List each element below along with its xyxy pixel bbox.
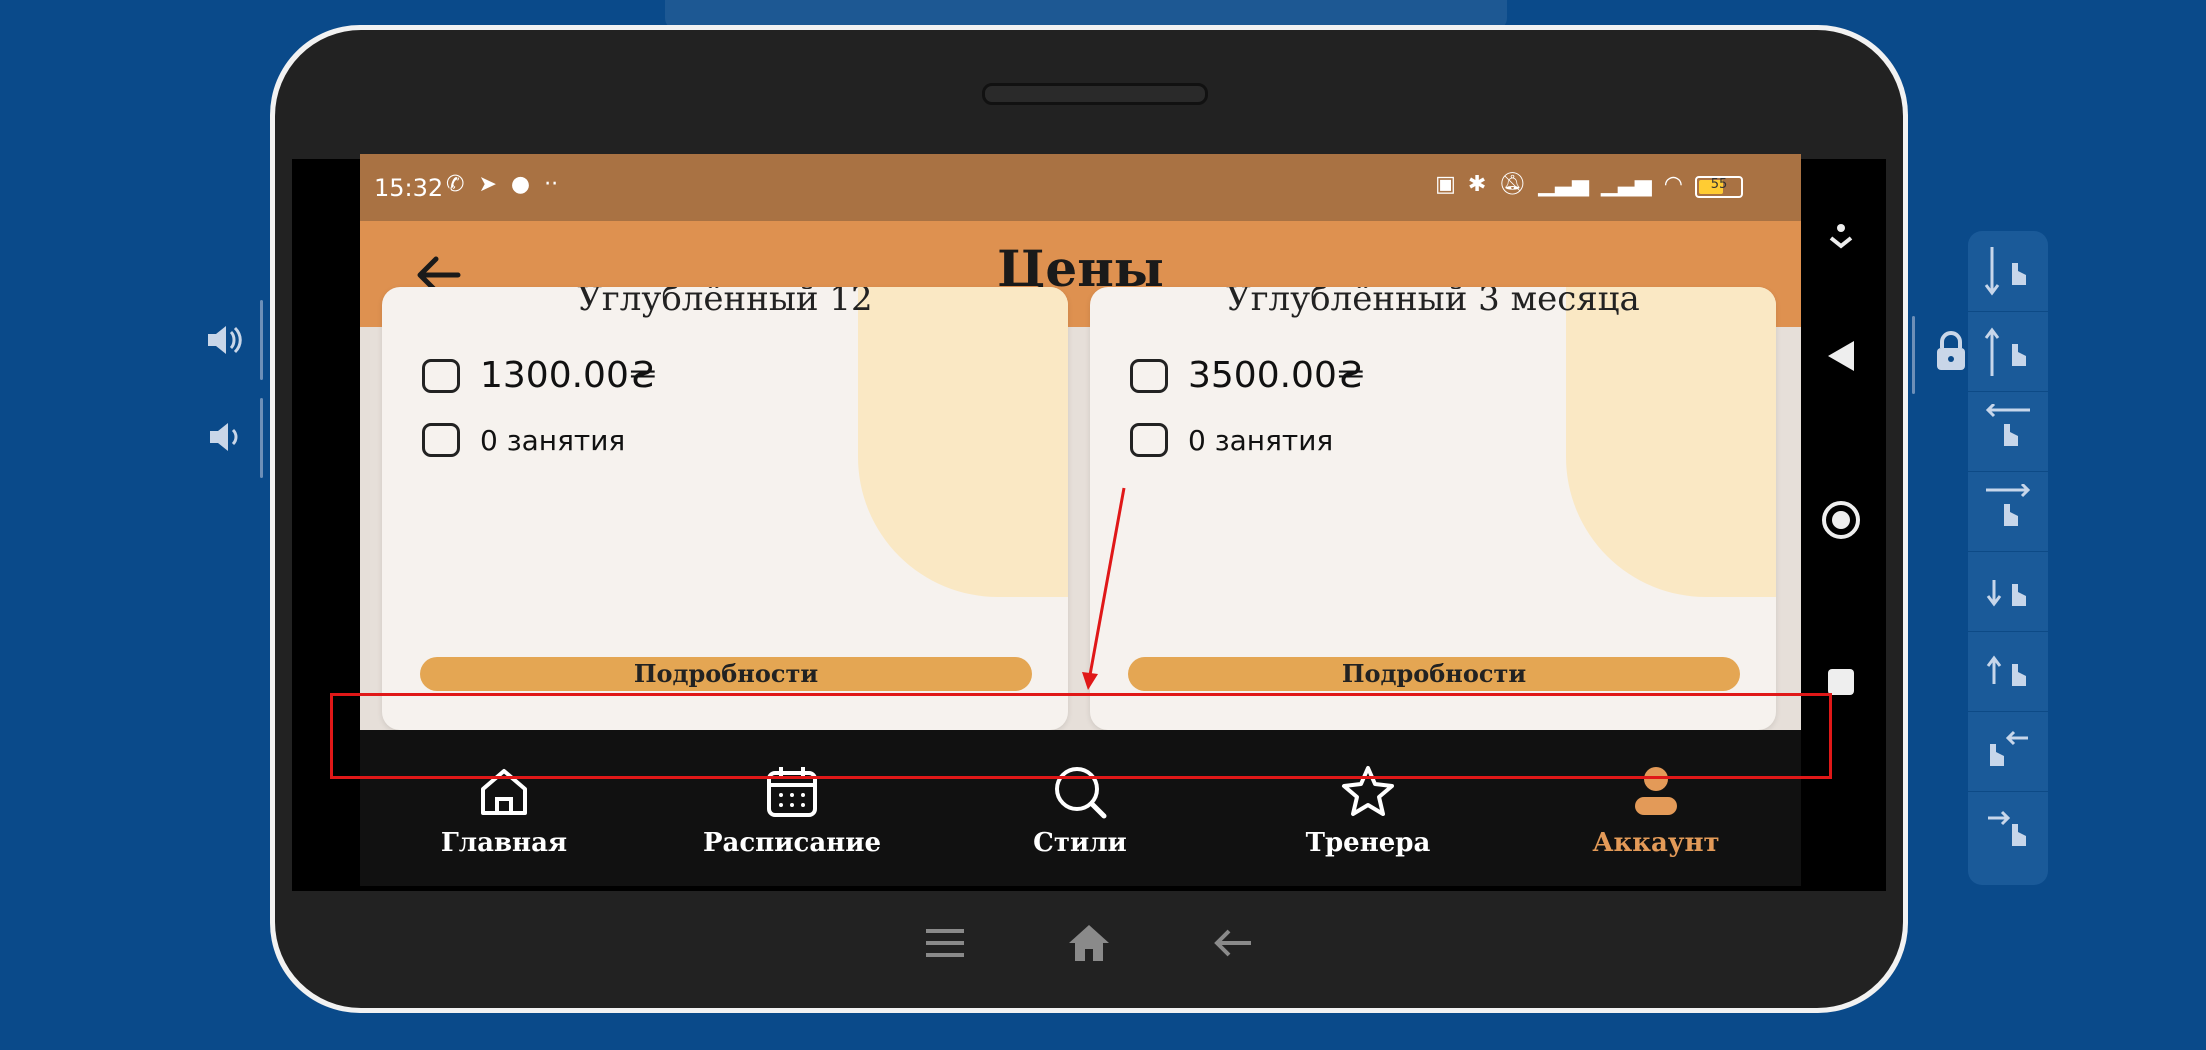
more-dots-icon: ··: [544, 172, 559, 197]
side-divider: [260, 398, 263, 478]
signal-icon: ▁▃▅: [1538, 172, 1590, 197]
scroll-down-icon[interactable]: [1968, 551, 2048, 632]
battery-level: 55: [1710, 177, 1728, 192]
battery-icon: 55: [1695, 176, 1743, 198]
mute-icon: 🔕︎: [1498, 172, 1527, 197]
card-title: Углублённый 3 месяца: [1226, 287, 1640, 319]
lock-icon[interactable]: [1934, 330, 1968, 376]
card-price-row: 3500.00₴: [1130, 355, 1365, 396]
card-lessons: 0 занятия: [480, 423, 626, 457]
card-title: Углублённый 12: [577, 287, 873, 319]
card-price: 3500.00₴: [1188, 355, 1365, 396]
swipe-left-icon[interactable]: [1968, 391, 2048, 472]
nav-label: Расписание: [702, 828, 882, 858]
details-button[interactable]: Подробности: [420, 657, 1032, 691]
nfc-icon: ▣: [1435, 172, 1456, 197]
card-lessons-row: 0 занятия: [422, 423, 625, 457]
card-lessons-row: 0 занятия: [1130, 423, 1333, 457]
swipe-up-icon[interactable]: [1968, 311, 2048, 392]
music-icon: ●: [510, 172, 531, 197]
wifi-icon: ◠: [1663, 172, 1683, 197]
nav-label: Стили: [1033, 828, 1127, 858]
card-lessons: 0 занятия: [1188, 423, 1334, 457]
telegram-icon: ➤: [478, 172, 497, 197]
status-right-icons: ▣ ✱ 🔕︎ ▁▃▅ ▁▃▅ ◠ 55: [1435, 172, 1743, 198]
home-hw-icon[interactable]: [1064, 918, 1114, 968]
card-price: 1300.00₴: [480, 355, 657, 396]
annotation-arrow: [1082, 487, 1126, 690]
bluetooth-icon: ✱: [1467, 172, 1487, 197]
earpiece-speaker: [982, 83, 1208, 105]
nav-label: Главная: [440, 828, 568, 858]
volume-up-icon[interactable]: [202, 318, 246, 362]
annotation-highlight-box: [330, 693, 1832, 779]
viber-icon: ✆: [446, 172, 465, 197]
scroll-left-icon[interactable]: [1968, 711, 2048, 792]
swipe-right-icon[interactable]: [1968, 471, 2048, 552]
back-hw-icon[interactable]: [1208, 918, 1258, 968]
side-divider: [260, 300, 263, 380]
side-divider: [1912, 316, 1915, 394]
status-time: 15:32: [374, 174, 444, 202]
signal-icon: ▁▃▅: [1601, 172, 1652, 197]
ticket-icon: [1130, 423, 1168, 457]
wallet-icon: [422, 358, 460, 393]
menu-icon[interactable]: [920, 918, 970, 968]
back-triangle-icon[interactable]: [1819, 334, 1863, 378]
home-circle-icon[interactable]: [1819, 498, 1863, 542]
wallet-icon: [1130, 358, 1168, 393]
gesture-tool-panel: [1968, 231, 2048, 885]
ticket-icon: [422, 423, 460, 457]
nav-label: Тренера: [1305, 828, 1431, 858]
status-left-icons: ✆ ➤ ● ··: [446, 172, 558, 197]
volume-down-icon[interactable]: [202, 415, 246, 459]
card-decoration: [858, 287, 1068, 597]
card-decoration: [1566, 287, 1776, 597]
card-price-row: 1300.00₴: [422, 355, 657, 396]
nav-label: Аккаунт: [1592, 828, 1720, 858]
status-bar: 15:32 ✆ ➤ ● ·· ▣ ✱ 🔕︎ ▁▃▅ ▁▃▅ ◠ 55: [360, 154, 1801, 221]
details-button[interactable]: Подробности: [1128, 657, 1740, 691]
price-card: Углублённый 12 1300.00₴ 0 занятия Подроб…: [382, 287, 1068, 730]
scroll-right-icon[interactable]: [1968, 791, 2048, 872]
screenshot-icon[interactable]: [1819, 214, 1863, 258]
price-card: Углублённый 3 месяца 3500.00₴ 0 занятия …: [1090, 287, 1776, 730]
scroll-up-icon[interactable]: [1968, 631, 2048, 712]
swipe-down-icon[interactable]: [1968, 231, 2048, 311]
